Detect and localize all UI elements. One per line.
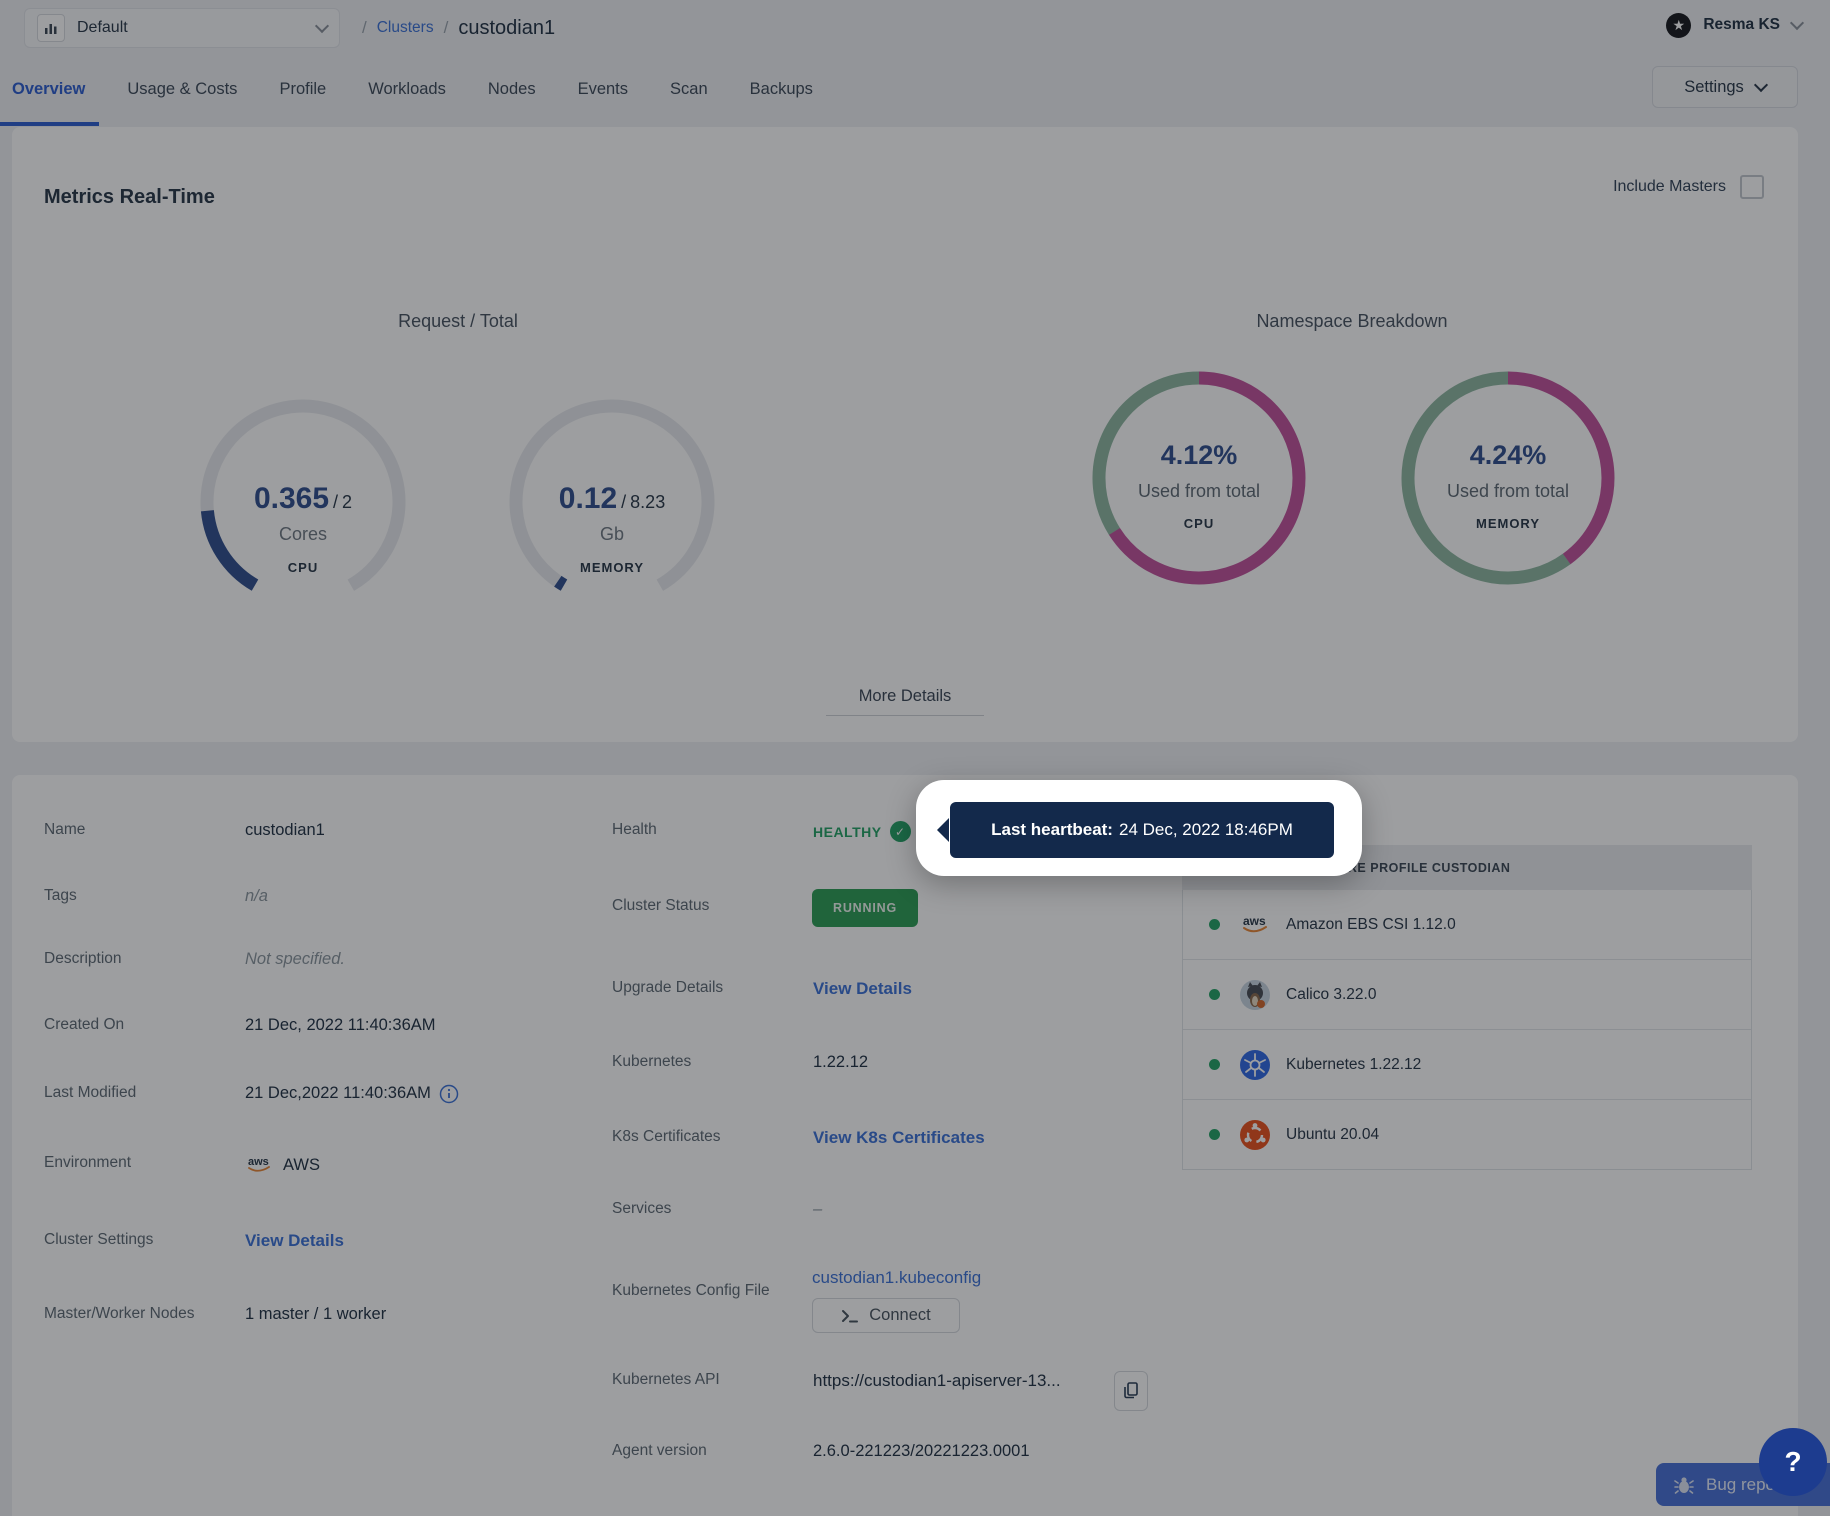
tooltip-value: 24 Dec, 2022 18:46PM: [1119, 820, 1293, 840]
help-button[interactable]: ?: [1759, 1428, 1827, 1496]
last-heartbeat-tooltip: Last heartbeat: 24 Dec, 2022 18:46PM: [950, 802, 1334, 858]
cluster-overview-page: Default / Clusters / custodian1 Resma KS…: [0, 0, 1830, 1516]
tooltip-label: Last heartbeat:: [991, 820, 1113, 840]
dim-overlay: [0, 0, 1830, 1516]
